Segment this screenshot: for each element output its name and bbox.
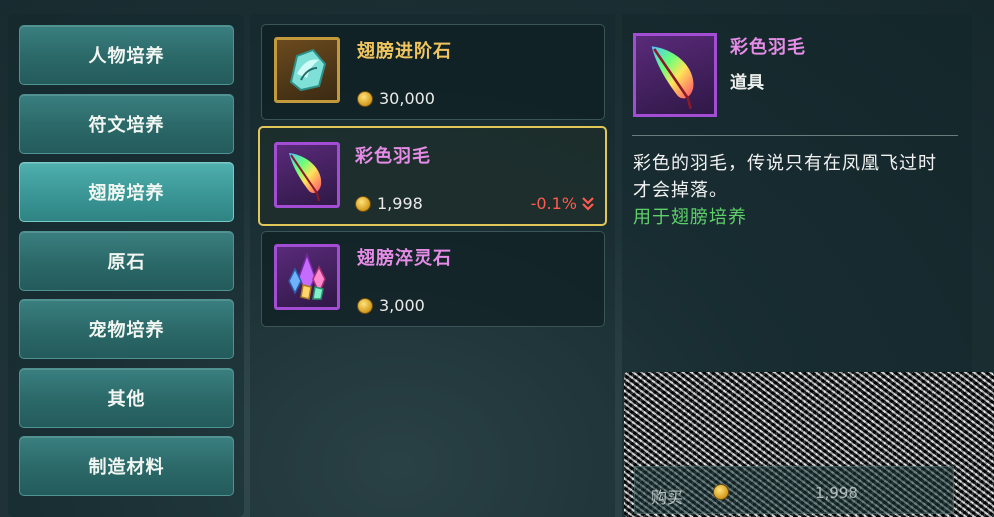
item-price-value: 3,000	[379, 296, 425, 315]
buy-button[interactable]: 购买	[651, 484, 683, 508]
price-change-value: -0.1%	[530, 194, 577, 213]
item-price: 3,000	[357, 296, 425, 315]
item-price-value: 30,000	[379, 89, 435, 108]
item-name: 彩色羽毛	[355, 146, 431, 167]
rainbow-feather-icon	[274, 142, 340, 208]
item-price-value: 1,998	[377, 194, 423, 213]
category-button-other[interactable]: 其他	[19, 368, 234, 428]
detail-item-name: 彩色羽毛	[730, 37, 806, 58]
detail-description: 彩色的羽毛，传说只有在凤凰飞过时才会掉落。	[633, 153, 937, 201]
item-price: 1,998	[355, 194, 423, 213]
gold-coin-icon	[357, 297, 373, 314]
double-chevron-down-icon	[582, 196, 594, 211]
item-price: 30,000	[357, 89, 435, 108]
category-button-crafting[interactable]: 制造材料	[19, 436, 234, 496]
price-change: -0.1%	[531, 194, 595, 213]
gold-coin-icon	[357, 90, 373, 107]
item-name: 翅膀进阶石	[357, 41, 452, 62]
item-name: 翅膀淬灵石	[357, 248, 452, 269]
item-row[interactable]: 翅膀淬灵石 3,000	[261, 231, 605, 327]
item-row-selected[interactable]: 彩色羽毛 1,998 -0.1%	[258, 126, 607, 226]
category-button-wings[interactable]: 翅膀培养	[19, 162, 234, 222]
divider	[632, 135, 958, 136]
gold-coin-icon	[355, 195, 371, 212]
wing-stone-icon	[274, 37, 340, 103]
category-button-rune[interactable]: 符文培养	[19, 94, 234, 154]
detail-item-type: 道具	[730, 73, 764, 93]
category-button-ore[interactable]: 原石	[19, 231, 234, 291]
buy-price: 1,998	[815, 484, 858, 502]
item-row[interactable]: 翅膀进阶石 30,000	[261, 24, 605, 120]
crystal-cluster-icon	[274, 244, 340, 310]
category-button-character[interactable]: 人物培养	[19, 25, 234, 85]
gold-coin-icon	[713, 484, 729, 500]
detail-usage: 用于翅膀培养	[633, 207, 747, 228]
rainbow-feather-icon	[633, 33, 717, 117]
category-button-pet[interactable]: 宠物培养	[19, 299, 234, 359]
